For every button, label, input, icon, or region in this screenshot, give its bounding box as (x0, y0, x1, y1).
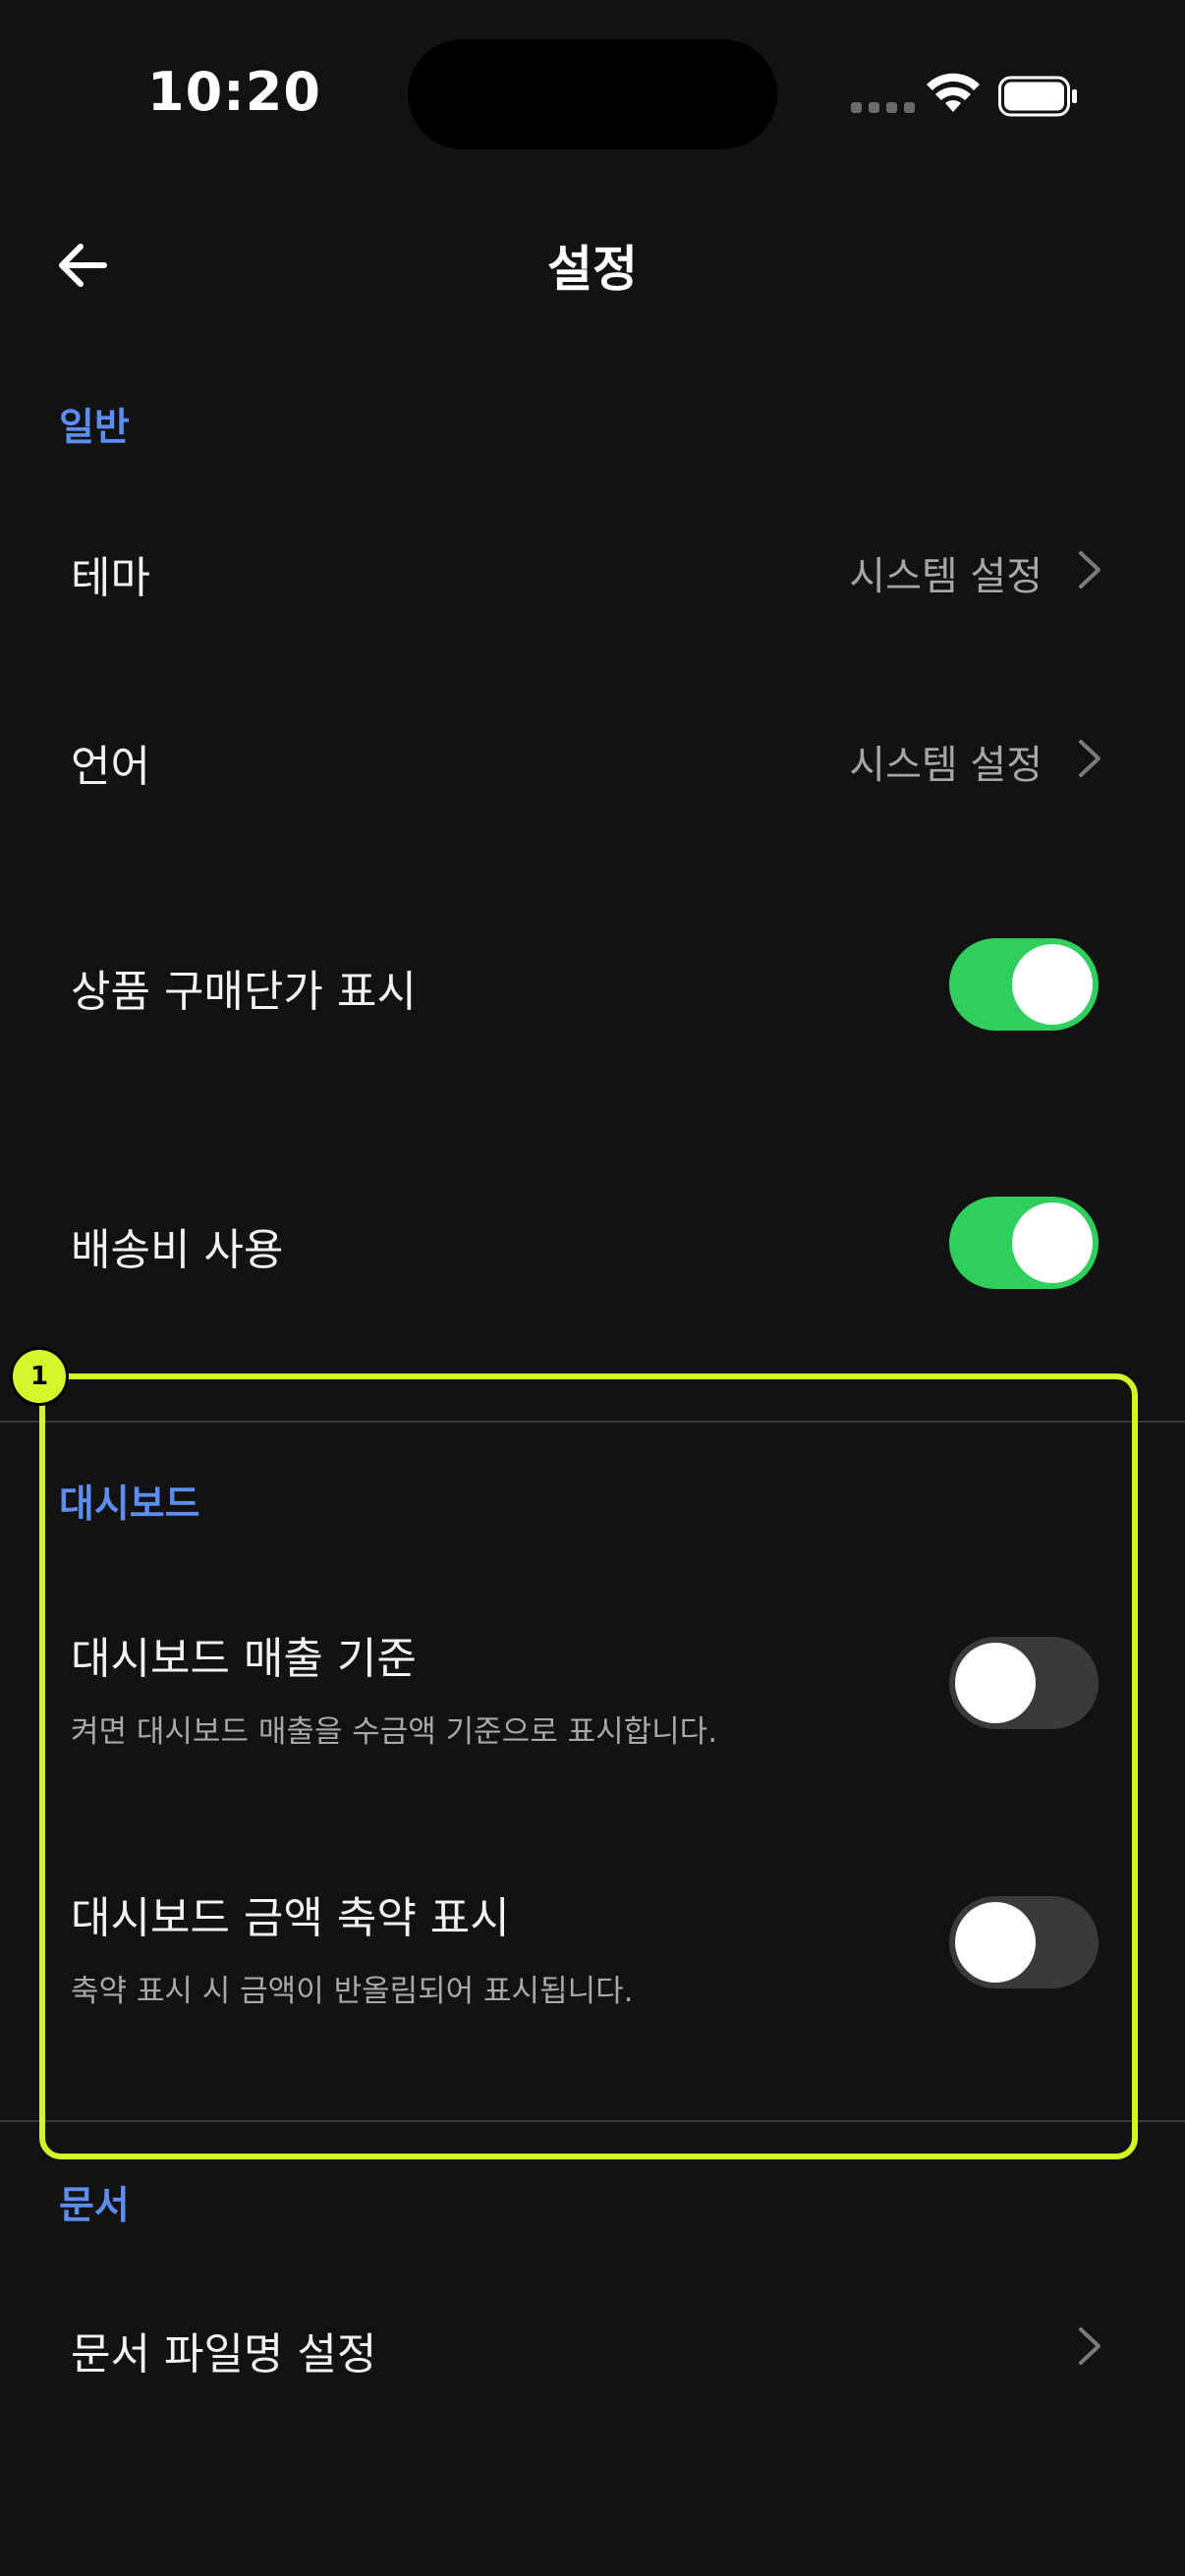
cellular-signal-icon (851, 102, 915, 113)
row-label-theme: 테마 (71, 553, 150, 603)
wifi-icon (927, 73, 980, 112)
battery-icon (998, 76, 1077, 117)
toggle-knob (1012, 1203, 1093, 1283)
chevron-right-icon (1079, 740, 1100, 777)
settings-row-theme[interactable]: 테마 시스템 설정 (0, 521, 1185, 619)
annotation-badge: 1 (10, 1347, 69, 1406)
settings-row-language[interactable]: 언어 시스템 설정 (0, 709, 1185, 808)
status-time: 10:20 (147, 61, 321, 123)
row-label-use-shipping-fee: 배송비 사용 (71, 1225, 284, 1275)
settings-row-document-filename[interactable]: 문서 파일명 설정 (0, 2297, 1185, 2395)
row-label-language: 언어 (71, 742, 150, 792)
row-value-language: 시스템 설정 (849, 743, 1043, 788)
dynamic-island (408, 39, 777, 149)
highlight-box (39, 1373, 1138, 2159)
page-title: 설정 (547, 241, 638, 298)
toggle-show-purchase-price[interactable] (949, 938, 1099, 1031)
toggle-knob (1012, 944, 1093, 1025)
row-value-theme: 시스템 설정 (849, 554, 1043, 599)
chevron-right-icon (1079, 551, 1100, 588)
section-label-general: 일반 (59, 406, 130, 450)
row-label-show-purchase-price: 상품 구매단가 표시 (71, 967, 417, 1017)
section-label-documents: 문서 (59, 2184, 130, 2228)
row-label-document-filename: 문서 파일명 설정 (71, 2329, 377, 2380)
chevron-right-icon (1079, 2327, 1100, 2365)
toggle-use-shipping-fee[interactable] (949, 1197, 1099, 1289)
